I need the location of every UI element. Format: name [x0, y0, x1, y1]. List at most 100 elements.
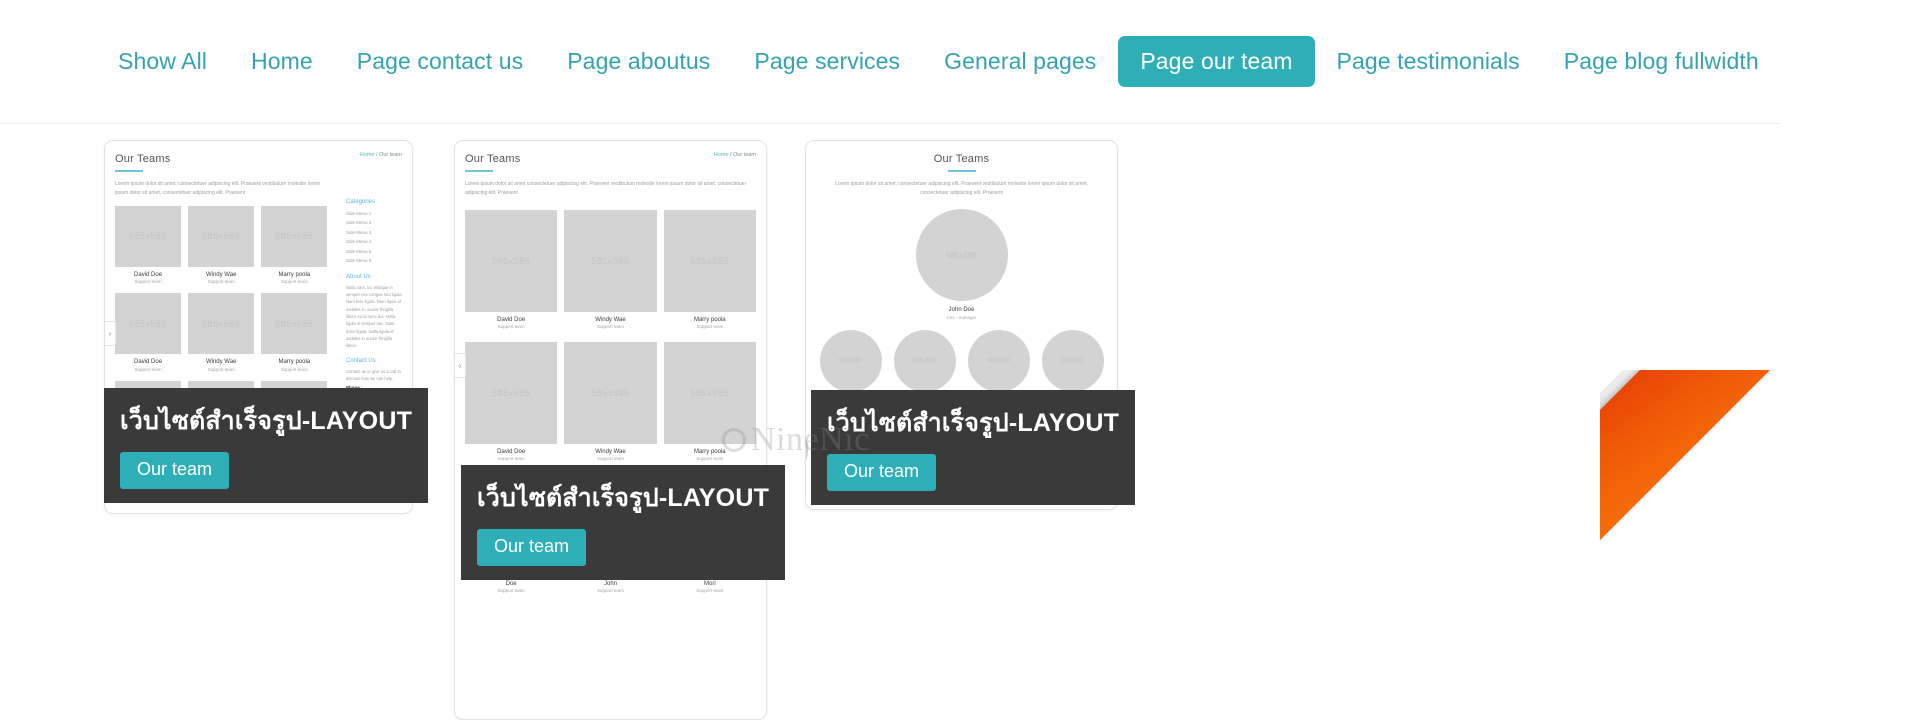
team-member[interactable]: 585x585 Marry poola Support team [663, 210, 756, 329]
title-underline [115, 170, 143, 172]
filter-item-page-testimonials[interactable]: Page testimonials [1315, 36, 1542, 87]
filter-item-page-contact-us[interactable]: Page contact us [335, 36, 545, 87]
overlay-our-team-button[interactable]: Our team [120, 452, 230, 489]
member-name: Marry poola [278, 359, 311, 366]
breadcrumb-current: Our team [379, 152, 402, 158]
hero-photo: 585x585 [915, 209, 1008, 301]
member-role: Support team [280, 279, 308, 285]
member-name: Marry poola [693, 316, 726, 323]
member-photo: 585x585 [465, 342, 558, 444]
member-role: Support team [696, 588, 724, 594]
member-role: Support team [280, 366, 308, 372]
member-name: David Doe [806, 486, 808, 492]
overlay-our-team-button[interactable]: Our team [477, 529, 587, 566]
portfolio-grid: Home / Our team Our Teams Lorem ipsum do… [0, 140, 1920, 720]
member-role: Support team [596, 588, 624, 594]
team-member[interactable]: 585x585 David Doe Support team [465, 342, 558, 462]
member-name: Windy Wae [205, 271, 237, 278]
member-role: Support team [497, 324, 525, 330]
member-name: Mori [703, 580, 716, 587]
overlay-title: เว็บไซต์สำเร็จรูป-LAYOUT [477, 484, 770, 512]
member-name: David Doe [134, 271, 163, 278]
member-role: Support team [134, 279, 162, 285]
member-role: Support team [596, 324, 624, 330]
member-name: Windy Wae [205, 359, 237, 366]
member-name: John [603, 580, 617, 587]
member-name: David Doe [134, 359, 163, 366]
portfolio-card-our-team-grid[interactable]: Home / Our team Our Teams Lorem ipsum do… [454, 140, 767, 720]
member-photo: 585x585 [188, 293, 255, 355]
member-name: David Doe [497, 448, 526, 455]
breadcrumb-home[interactable]: Home [714, 152, 729, 158]
team-member[interactable]: 585x585 David Doe Support team [115, 293, 182, 372]
team-member[interactable]: 585x585 David Doe Support team [465, 210, 558, 330]
sidebar-category-item[interactable]: Side Menu 6 [346, 256, 404, 265]
team-member[interactable]: 585x585 Marry poola Support team [261, 293, 328, 372]
portfolio-overlay-label-2: เว็บไซต์สำเร็จรูป-LAYOUT Our team [461, 465, 786, 580]
card3-hero-caption: John Doe Ceo - manager [816, 307, 1107, 320]
filter-item-page-our-team[interactable]: Page our team [1118, 36, 1315, 87]
member-name: Windy Wae [595, 316, 626, 323]
card3-intro-text: Lorem ipsum dolor sit amet, consectetuer… [835, 181, 1088, 196]
overlay-title: เว็บไซต์สำเร็จรูป-LAYOUT [827, 409, 1120, 437]
team-member[interactable]: 585x585 Windy Wae Support team [188, 206, 255, 284]
filter-item-general-pages[interactable]: General pages [922, 36, 1118, 87]
sidebar-category-item[interactable]: Side Menu 2 [346, 218, 404, 227]
ninenic-watermark: NineNic [722, 421, 870, 459]
portfolio-page: Show All Home Page contact us Page about… [0, 0, 1920, 720]
member-role: Support team [207, 366, 235, 372]
team-member[interactable]: 585x585 Windy Wae Support team [564, 342, 657, 462]
portfolio-overlay-label-1: เว็บไซต์สำเร็จรูป-LAYOUT Our team [104, 388, 429, 503]
filter-item-page-aboutus[interactable]: Page aboutus [545, 36, 732, 87]
team-member[interactable]: 585x585 Windy Wae Support team [188, 293, 255, 372]
card1-intro-text: Lorem ipsum dolor sit amet, consectetuer… [115, 181, 321, 196]
team-member[interactable]: 585x585 Marry poola Support team [261, 206, 328, 285]
team-member[interactable]: 585x585 David Doe Support team [115, 206, 182, 285]
card3-hero[interactable]: 585x585 [816, 209, 1107, 301]
card1-sidebar: Categories Side Menu 1 Side Menu 2 Side … [346, 199, 404, 414]
member-name: Marry poola [278, 271, 311, 278]
member-photo: 585x585 [261, 293, 328, 355]
card2-breadcrumb: Home / Our team [714, 152, 756, 158]
portfolio-filter-nav: Show All Home Page contact us Page about… [0, 0, 1780, 124]
member-photo: 585x585 [893, 329, 956, 392]
hero-name: John Doe [948, 307, 975, 313]
hero-role: Ceo - manager [946, 314, 977, 320]
card1-team-row-2: 585x585 David Doe Support team 585x585 W… [115, 293, 328, 372]
overlay-title: เว็บไซต์สำเร็จรูป-LAYOUT [120, 407, 413, 435]
card3-page-title: Our Teams [933, 153, 990, 165]
sidebar-category-item[interactable]: Side Menu 4 [346, 237, 404, 246]
member-role: Support team [134, 366, 162, 372]
member-photo: 585x585 [1041, 329, 1104, 392]
filter-item-page-services[interactable]: Page services [732, 36, 922, 87]
overlay-our-team-button[interactable]: Our team [827, 454, 937, 491]
member-photo: 585x585 [115, 206, 182, 267]
carousel-next-icon[interactable]: › [105, 321, 116, 346]
carousel-next-icon[interactable]: › [455, 353, 466, 378]
card2-team-row-2: 585x585 David Doe Support team 585x585 W… [465, 342, 756, 461]
member-role: Support team [596, 456, 624, 462]
card1-page-title: Our Teams [115, 153, 171, 165]
member-photo: 585x585 [261, 206, 328, 267]
title-underline [947, 170, 976, 172]
sidebar-category-item[interactable]: Side Menu 3 [346, 228, 404, 237]
sidebar-category-item[interactable]: Side Menu 5 [346, 247, 404, 256]
filter-item-home[interactable]: Home [229, 36, 335, 87]
card2-intro-text: Lorem ipsum dolor sit amet consectetuer … [465, 181, 747, 196]
breadcrumb-home[interactable]: Home [360, 152, 375, 158]
filter-item-page-blog-fullwidth[interactable]: Page blog fullwidth [1542, 36, 1781, 87]
member-photo: 585x585 [663, 210, 756, 312]
card1-breadcrumb: Home / Our team [360, 152, 402, 158]
sidebar-about-text: Nulla nam, luc tristique in semper nec c… [346, 284, 403, 349]
team-member[interactable]: 585x585 Windy Wae Support team [564, 210, 657, 330]
member-role: Support team [497, 456, 525, 462]
member-name: David Doe [497, 316, 526, 323]
watermark-text: NineNic [751, 421, 870, 458]
card2-page: Home / Our team Our Teams Lorem ipsum do… [455, 141, 766, 719]
breadcrumb-current: Our team [733, 152, 756, 158]
filter-item-show-all[interactable]: Show All [96, 36, 229, 87]
sidebar-category-item[interactable]: Side Menu 1 [346, 209, 404, 218]
member-photo: 585x585 [465, 210, 558, 312]
title-underline [465, 170, 493, 172]
member-role: Support team [497, 588, 525, 594]
